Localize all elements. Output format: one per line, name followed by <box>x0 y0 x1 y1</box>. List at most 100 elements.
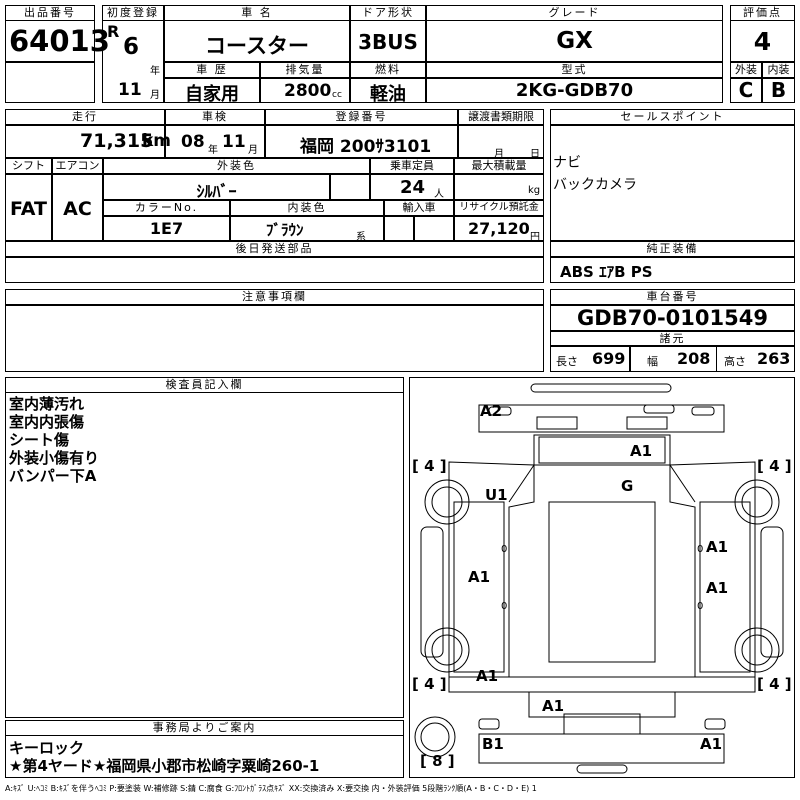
lot-number: 64013 <box>9 24 110 58</box>
panel-zero-marker: 0 <box>697 544 704 555</box>
damage-mark: A2 <box>480 402 503 420</box>
mileage-label: 走行 <box>5 109 165 125</box>
first-registration-label: 初度登録 <box>102 5 164 21</box>
inspector-note: バンパー下A <box>9 467 97 485</box>
fuel-label: 燃料 <box>350 62 426 78</box>
length-label: 長さ <box>556 355 578 368</box>
inspection-year-unit: 年 <box>208 145 218 156</box>
exterior-label: 外装 <box>730 62 762 78</box>
model: 2KG-GDB70 <box>515 80 634 101</box>
import-label: 輸入車 <box>384 200 454 216</box>
tire-score-front-right: [ 4 ] <box>757 457 792 475</box>
damage-mark: A1 <box>700 735 723 753</box>
reg-year-unit: 年 <box>150 66 160 77</box>
car-name-label: 車 名 <box>164 5 350 21</box>
lot-number-label: 出品番号 <box>5 5 95 21</box>
genuine-equipment: ABS ｴｱB PS <box>560 263 653 281</box>
sales-points-label: セールスポイント <box>550 109 795 125</box>
panel-zero-marker: 0 <box>501 544 508 555</box>
reg-month-unit: 月 <box>150 90 160 101</box>
inspection-month: 11 <box>222 132 246 152</box>
genuine-equipment-label: 純正装備 <box>550 241 795 257</box>
chassis-label: 車台番号 <box>550 289 795 305</box>
plate-number: 福岡 200ｻ3101 <box>300 137 432 157</box>
caution-label: 注意事項欄 <box>5 289 544 305</box>
height-value: 263 <box>757 349 791 368</box>
recycle-label: リサイクル預託金 <box>454 200 544 216</box>
score: 4 <box>753 27 772 56</box>
fuel: 軽油 <box>370 84 406 105</box>
shift-label: シフト <box>5 158 52 174</box>
spare-tire-score: [ 8 ] <box>420 752 455 770</box>
grade-label: グレード <box>426 5 723 21</box>
door-type: 3BUS <box>358 30 418 54</box>
damage-mark: G <box>621 477 634 495</box>
damage-mark: A1 <box>706 579 729 597</box>
office-notice-label: 事務局よりご案内 <box>5 720 404 736</box>
exterior-score: C <box>738 78 754 102</box>
damage-mark: A1 <box>476 667 499 685</box>
color-number: 1E7 <box>149 219 184 238</box>
inspector-note: 室内薄汚れ <box>9 395 85 413</box>
caution-cell <box>5 305 544 372</box>
color-number-label: カラーNo. <box>103 200 230 216</box>
chassis-number: GDB70-0101549 <box>577 306 768 330</box>
interior-color: ﾌﾞﾗｳﾝ <box>266 221 304 239</box>
recycle-deposit: 27,120 <box>468 219 530 238</box>
legend-footer: A:ｷｽﾞ U:ﾍｺﾐ B:ｷｽﾞを伴うﾍｺﾐ P:要塗装 W:補修跡 S:錆 … <box>5 784 537 793</box>
max-load-unit: kg <box>528 185 541 196</box>
width-value: 208 <box>677 349 711 368</box>
tire-score-front-left: [ 4 ] <box>412 457 447 475</box>
door-type-label: ドア形状 <box>350 5 426 21</box>
sales-point-item: バックカメラ <box>553 177 637 193</box>
tire-score-rear-right: [ 4 ] <box>757 675 792 693</box>
reg-month: 11 <box>118 80 142 100</box>
height-label: 高さ <box>724 355 746 368</box>
inspector-note: 外装小傷有り <box>9 449 100 467</box>
aircon: AC <box>63 198 92 220</box>
car-name: コースター <box>205 34 309 58</box>
capacity-label: 乗車定員 <box>370 158 454 174</box>
score-label: 評価点 <box>730 5 795 21</box>
later-parts-label: 後日発送部品 <box>5 241 544 257</box>
office-notice-line: キーロック <box>9 739 85 757</box>
displacement: 2800 <box>284 81 332 101</box>
inspector-note: 室内内張傷 <box>9 413 85 431</box>
exterior-color: ｼﾙﾊﾞｰ <box>196 182 237 201</box>
inspector-notes-label: 検査員記入欄 <box>5 377 404 393</box>
damage-mark: A1 <box>542 697 565 715</box>
capacity: 24 <box>400 177 426 198</box>
damage-mark: U1 <box>485 486 508 504</box>
width-label: 幅 <box>647 355 658 368</box>
shift: FAT <box>10 198 47 220</box>
inspection-year: 08 <box>181 132 205 152</box>
damage-mark: A1 <box>468 568 491 586</box>
vehicle-outline-diagram <box>414 383 784 774</box>
inspector-note: シート傷 <box>9 431 70 449</box>
damage-mark: A1 <box>630 442 653 460</box>
inspector-notes-list: 室内薄汚れ 室内内張傷 シート傷 外装小傷有り バンパー下A <box>9 395 99 485</box>
interior-label: 内装 <box>762 62 795 78</box>
inspection-label: 車検 <box>165 109 265 125</box>
damage-mark: B1 <box>482 735 504 753</box>
office-notice-list: キーロック ★第4ヤード★福岡県小郡市松崎字粟崎260-1 <box>9 739 319 775</box>
history-label: 車 歴 <box>164 62 260 78</box>
interior-score: B <box>770 78 787 102</box>
panel-zero-marker: 0 <box>501 601 508 612</box>
damage-mark: A1 <box>706 538 729 556</box>
aircon-label: エアコン <box>52 158 103 174</box>
max-load-label: 最大積載量 <box>454 158 544 174</box>
panel-zero-marker: 0 <box>697 601 704 612</box>
import-cell <box>384 216 414 241</box>
spec-label: 諸元 <box>550 331 795 346</box>
model-label: 型式 <box>426 62 723 78</box>
displacement-unit: cc <box>332 90 342 100</box>
later-parts-cell <box>5 257 544 283</box>
history: 自家用 <box>185 84 239 105</box>
transfer-deadline-label: 譲渡書類期限 <box>458 109 544 125</box>
plate-label: 登録番号 <box>265 109 458 125</box>
exterior-color-label: 外装色 <box>103 158 370 174</box>
capacity-unit: 人 <box>434 189 444 200</box>
reg-year: 6 <box>123 34 140 60</box>
inspection-month-unit: 月 <box>248 145 258 156</box>
